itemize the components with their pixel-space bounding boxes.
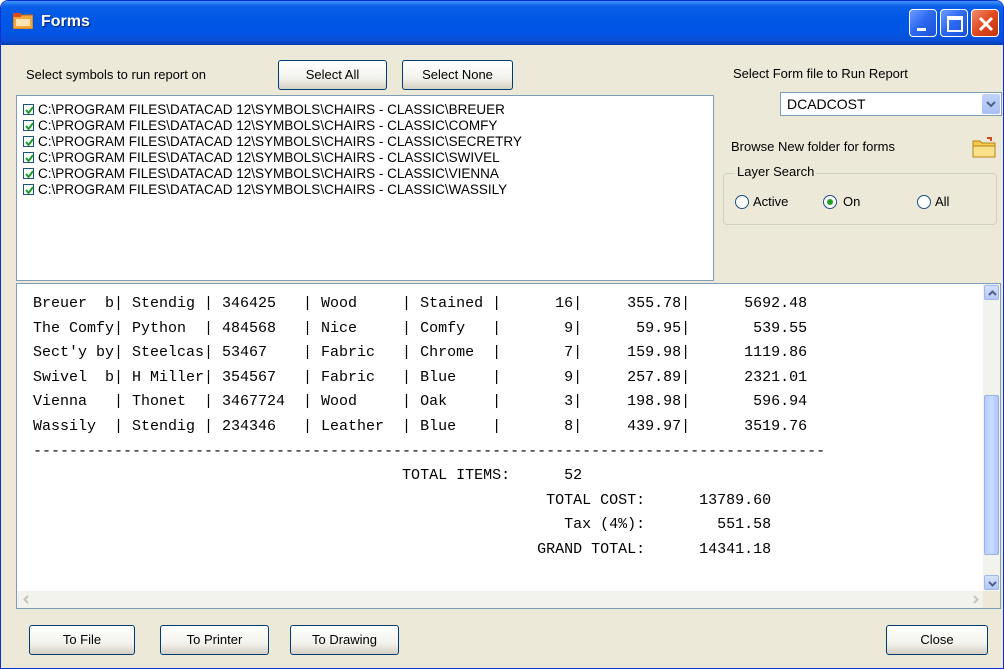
symbol-path: C:\PROGRAM FILES\DATACAD 12\SYMBOLS\CHAI… — [38, 134, 522, 149]
report-line: Swivel b| H Miller| 354567 | Fabric | Bl… — [33, 368, 808, 386]
report-output[interactable]: Breuer b| Stendig | 346425 | Wood | Stai… — [16, 283, 1001, 609]
vertical-scrollbar[interactable] — [983, 284, 1000, 591]
report-divider: ----------------------------------------… — [33, 442, 826, 460]
checkbox[interactable] — [23, 136, 34, 147]
form-file-select[interactable]: DCADCOST — [780, 92, 1002, 116]
report-line: The Comfy| Python | 484568 | Nice | Comf… — [33, 319, 808, 337]
close-window-button[interactable] — [971, 9, 999, 37]
form-file-value: DCADCOST — [787, 96, 866, 112]
folder-icon — [972, 137, 996, 158]
checkmark-icon — [25, 186, 34, 195]
total-cost-line: TOTAL COST: 13789.60 — [33, 491, 772, 509]
radio-all[interactable] — [917, 195, 931, 209]
title-bar[interactable]: Forms — [1, 1, 1003, 45]
minimize-button[interactable] — [909, 9, 937, 37]
scroll-up-button[interactable] — [984, 285, 999, 300]
checkmark-icon — [25, 122, 34, 131]
checkmark-icon — [25, 154, 34, 163]
radio-active-label: Active — [753, 194, 789, 209]
chevron-left-icon[interactable] — [19, 592, 34, 607]
window-title: Forms — [41, 13, 90, 30]
checkbox[interactable] — [23, 152, 34, 163]
symbol-list-item[interactable]: C:\PROGRAM FILES\DATACAD 12\SYMBOLS\CHAI… — [23, 134, 522, 150]
form-file-label: Select Form file to Run Report — [733, 66, 908, 81]
client-area: Select symbols to run report on Select A… — [5, 45, 1002, 666]
symbol-list-item[interactable]: C:\PROGRAM FILES\DATACAD 12\SYMBOLS\CHAI… — [23, 166, 499, 182]
minimize-icon — [917, 28, 926, 31]
to-printer-button[interactable]: To Printer — [160, 625, 269, 655]
radio-on-label: On — [843, 194, 861, 209]
checkbox[interactable] — [23, 168, 34, 179]
symbol-path: C:\PROGRAM FILES\DATACAD 12\SYMBOLS\CHAI… — [38, 118, 498, 133]
symbol-path: C:\PROGRAM FILES\DATACAD 12\SYMBOLS\CHAI… — [38, 102, 505, 117]
horizontal-scrollbar[interactable] — [17, 591, 985, 608]
symbol-path: C:\PROGRAM FILES\DATACAD 12\SYMBOLS\CHAI… — [38, 182, 508, 197]
report-line: Sect'y by| Steelcas| 53467 | Fabric | Ch… — [33, 344, 808, 362]
checkbox[interactable] — [23, 104, 34, 115]
select-none-button[interactable]: Select None — [402, 60, 513, 90]
symbol-list-item[interactable]: C:\PROGRAM FILES\DATACAD 12\SYMBOLS\CHAI… — [23, 150, 500, 166]
vertical-scroll-thumb[interactable] — [984, 395, 999, 555]
total-items-line: TOTAL ITEMS: 52 — [33, 467, 583, 485]
scroll-down-button[interactable] — [984, 575, 999, 590]
radio-active[interactable] — [735, 195, 749, 209]
to-file-button[interactable]: To File — [29, 625, 135, 655]
report-text: Breuer b| Stendig | 346425 | Wood | Stai… — [33, 292, 825, 563]
close-button[interactable]: Close — [886, 625, 988, 655]
symbol-path: C:\PROGRAM FILES\DATACAD 12\SYMBOLS\CHAI… — [38, 150, 500, 165]
scrollbar-corner — [983, 591, 1000, 608]
checkmark-icon — [25, 170, 34, 179]
grand-total-line: GRAND TOTAL: 14341.18 — [33, 540, 772, 558]
radio-selected-dot — [827, 199, 833, 205]
dropdown-button[interactable] — [982, 94, 1000, 114]
forms-window: Forms Select symbols to run report on Se… — [0, 0, 1004, 669]
symbol-list-item[interactable]: C:\PROGRAM FILES\DATACAD 12\SYMBOLS\CHAI… — [23, 118, 497, 134]
radio-all-label: All — [935, 194, 950, 209]
forms-app-icon — [13, 13, 33, 29]
symbol-list-item[interactable]: C:\PROGRAM FILES\DATACAD 12\SYMBOLS\CHAI… — [23, 102, 505, 118]
select-symbols-label: Select symbols to run report on — [26, 67, 206, 82]
to-drawing-button[interactable]: To Drawing — [290, 625, 399, 655]
close-icon — [978, 16, 994, 32]
checkmark-icon — [25, 138, 34, 147]
report-line: Wassily | Stendig | 234346 | Leather | B… — [33, 417, 808, 435]
checkbox[interactable] — [23, 120, 34, 131]
chevron-down-icon — [986, 101, 996, 108]
checkbox[interactable] — [23, 184, 34, 195]
report-line: Breuer b| Stendig | 346425 | Wood | Stai… — [33, 295, 808, 312]
report-line: Vienna | Thonet | 3467724 | Wood | Oak |… — [33, 393, 808, 411]
symbol-list-item[interactable]: C:\PROGRAM FILES\DATACAD 12\SYMBOLS\CHAI… — [23, 182, 507, 198]
symbol-path: C:\PROGRAM FILES\DATACAD 12\SYMBOLS\CHAI… — [38, 166, 499, 181]
chevron-down-icon — [988, 581, 997, 587]
symbol-list[interactable]: C:\PROGRAM FILES\DATACAD 12\SYMBOLS\CHAI… — [16, 95, 714, 281]
layer-search-title: Layer Search — [735, 164, 817, 179]
checkmark-icon — [25, 106, 34, 115]
chevron-up-icon — [988, 290, 997, 296]
select-all-button[interactable]: Select All — [278, 60, 387, 90]
tax-line: Tax (4%): 551.58 — [33, 516, 772, 534]
maximize-button[interactable] — [940, 9, 968, 37]
browse-folder-label: Browse New folder for forms — [731, 139, 895, 154]
browse-folder-button[interactable] — [971, 135, 997, 161]
radio-on[interactable] — [823, 195, 837, 209]
chevron-right-icon[interactable] — [968, 592, 983, 607]
maximize-icon — [947, 16, 963, 32]
